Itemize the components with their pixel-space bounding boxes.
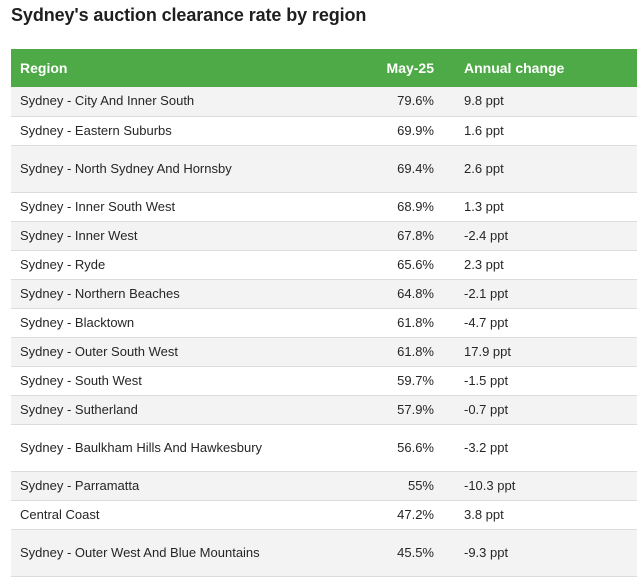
rate-cell: 68.9% bbox=[397, 198, 434, 214]
change-cell: 17.9 ppt bbox=[464, 343, 511, 359]
table-row: Sydney - Ryde 65.6% 2.3 ppt bbox=[11, 250, 637, 279]
change-cell: -3.2 ppt bbox=[464, 439, 509, 455]
column-header-may-25[interactable]: May-25 bbox=[356, 49, 446, 87]
region-cell: Sydney - North Sydney And Hornsby bbox=[20, 160, 232, 176]
rate-cell: 65.6% bbox=[397, 256, 434, 272]
region-cell: Sydney - Outer South West bbox=[20, 343, 178, 359]
table-row: Sydney - South West 59.7% -1.5 ppt bbox=[11, 366, 637, 395]
rate-cell: 61.8% bbox=[397, 343, 434, 359]
change-cell: -2.1 ppt bbox=[464, 285, 509, 301]
table-row: Sydney - Baulkham Hills And Hawkesbury 56… bbox=[11, 424, 637, 471]
region-cell: Sydney - Blacktown bbox=[20, 314, 135, 330]
region-cell: Sydney - Parramatta bbox=[20, 477, 140, 493]
rate-cell: 69.9% bbox=[397, 122, 434, 138]
change-cell: -4.7 ppt bbox=[464, 314, 509, 330]
change-cell: 9.8 ppt bbox=[464, 93, 504, 109]
change-cell: -0.7 ppt bbox=[464, 401, 509, 417]
table-row: Sydney - Eastern Suburbs 69.9% 1.6 ppt bbox=[11, 116, 637, 145]
clearance-rate-table: Region May-25 Annual change Sydney - Cit… bbox=[11, 49, 637, 577]
change-cell: -2.4 ppt bbox=[464, 227, 509, 243]
region-cell: Sydney - Inner South West bbox=[20, 198, 176, 214]
table-row: Sydney - Sutherland 57.9% -0.7 ppt bbox=[11, 395, 637, 424]
table-row: Sydney - Outer West And Blue Mountains 45… bbox=[11, 529, 637, 576]
change-cell: 1.3 ppt bbox=[464, 198, 504, 214]
region-cell: Sydney - City And Inner South bbox=[20, 93, 195, 109]
table-body: Sydney - City And Inner South 79.6% 9.8 pp… bbox=[11, 87, 637, 576]
table-row: Sydney - City And Inner South 79.6% 9.8 pp… bbox=[11, 87, 637, 116]
rate-cell: 55% bbox=[407, 477, 434, 493]
region-cell: Sydney - Outer West And Blue Mountains bbox=[20, 544, 260, 560]
rate-cell: 47.2% bbox=[397, 506, 434, 522]
rate-cell: 45.5% bbox=[397, 544, 434, 560]
column-header-region[interactable]: Region bbox=[11, 49, 356, 87]
page-title: Sydney's auction clearance rate by regio… bbox=[11, 5, 367, 25]
change-cell: 2.6 ppt bbox=[464, 160, 504, 176]
table-row: Sydney - Outer South West 61.8% 17.9 ppt bbox=[11, 337, 637, 366]
change-cell: 2.3 ppt bbox=[464, 256, 504, 272]
rate-cell: 59.7% bbox=[397, 372, 434, 388]
region-cell: Sydney - South West bbox=[20, 372, 142, 388]
region-cell: Sydney - Eastern Suburbs bbox=[20, 122, 172, 138]
region-cell: Sydney - Inner West bbox=[20, 227, 138, 243]
table-row: Sydney - Parramatta 55% -10.3 ppt bbox=[11, 471, 637, 500]
region-cell: Sydney - Northern Beaches bbox=[20, 285, 180, 301]
change-cell: -9.3 ppt bbox=[464, 544, 509, 560]
table-row: Sydney - Northern Beaches 64.8% -2.1 ppt bbox=[11, 279, 637, 308]
region-cell: Central Coast bbox=[20, 506, 100, 522]
rate-cell: 69.4% bbox=[397, 160, 434, 176]
table-header-row: Region May-25 Annual change bbox=[11, 49, 637, 87]
table-row: Sydney - Inner West 67.8% -2.4 ppt bbox=[11, 221, 637, 250]
change-cell: 1.6 ppt bbox=[464, 122, 504, 138]
change-cell: -10.3 ppt bbox=[464, 477, 516, 493]
region-cell: Sydney - Ryde bbox=[20, 256, 106, 272]
rate-cell: 79.6% bbox=[397, 93, 434, 109]
rate-cell: 56.6% bbox=[397, 439, 434, 455]
rate-cell: 57.9% bbox=[397, 401, 434, 417]
region-cell: Sydney - Sutherland bbox=[20, 401, 138, 417]
region-cell: Sydney - Baulkham Hills And Hawkesbury bbox=[20, 439, 263, 455]
table-row: Sydney - Blacktown 61.8% -4.7 ppt bbox=[11, 308, 637, 337]
column-header-annual-change[interactable]: Annual change bbox=[446, 49, 637, 87]
rate-cell: 61.8% bbox=[397, 314, 434, 330]
change-cell: 3.8 ppt bbox=[464, 506, 504, 522]
table-row: Central Coast 47.2% 3.8 ppt bbox=[11, 500, 637, 529]
rate-cell: 64.8% bbox=[397, 285, 434, 301]
change-cell: -1.5 ppt bbox=[464, 372, 509, 388]
table-row: Sydney - Inner South West 68.9% 1.3 ppt bbox=[11, 192, 637, 221]
rate-cell: 67.8% bbox=[397, 227, 434, 243]
table-row: Sydney - North Sydney And Hornsby 69.4% 2.… bbox=[11, 145, 637, 192]
